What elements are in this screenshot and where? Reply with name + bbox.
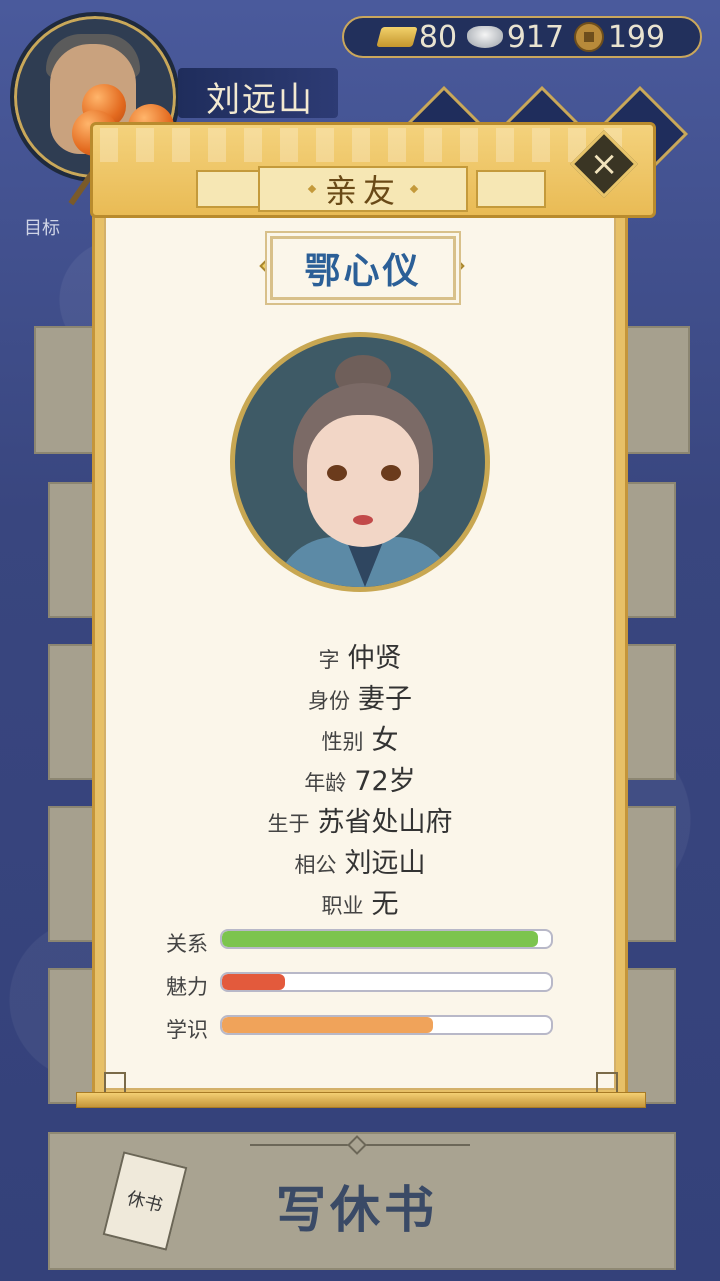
header-ornament: [196, 170, 266, 208]
write-divorce-letter-label[interactable]: 写休书: [276, 1170, 438, 1242]
info-value: 女: [371, 725, 399, 756]
info-value: 苏省处山府: [317, 807, 453, 838]
copper-coin-icon: [573, 22, 604, 52]
info-label: 字: [318, 648, 340, 672]
info-value: 妻子: [358, 684, 412, 715]
stat-label-knowledge: 学识: [166, 1018, 208, 1042]
character-name: 鄂心仪: [304, 251, 422, 292]
info-row-birthplace: 生于 苏省处山府: [104, 800, 616, 839]
knowledge-bar-fill: [222, 1017, 433, 1033]
goal-label[interactable]: 目标: [24, 214, 60, 240]
charm-bar-fill: [222, 974, 285, 990]
info-row-courtesy-name: 字 仲贤: [104, 636, 616, 675]
info-value: 72岁: [354, 766, 416, 797]
info-row-gender: 性别 女: [104, 718, 616, 757]
info-value: 刘远山: [344, 848, 426, 879]
silver-amount: 917: [506, 19, 565, 55]
stat-label-charm: 魅力: [166, 975, 208, 999]
portrait-face: [307, 415, 419, 547]
character-portrait: [230, 332, 490, 592]
info-value: 无: [371, 889, 399, 920]
charm-bar: [220, 972, 553, 992]
gold-currency: 80: [376, 19, 458, 55]
stat-label-relationship: 关系: [166, 932, 208, 956]
silver-ingot-icon: [466, 26, 503, 48]
modal-title: 亲友: [324, 172, 401, 210]
copper-currency: 199: [573, 19, 666, 55]
frame-corner: [104, 1072, 126, 1094]
gold-amount: 80: [418, 19, 458, 55]
portrait-eye: [327, 465, 347, 481]
frame-corner: [596, 1072, 618, 1094]
info-label: 性别: [321, 730, 364, 754]
info-label: 职业: [321, 894, 364, 918]
portrait-eye: [381, 465, 401, 481]
player-name: 刘远山: [206, 80, 314, 120]
info-row-occupation: 职业 无: [104, 882, 616, 921]
portrait-mouth: [353, 515, 373, 525]
info-row-age: 年龄 72岁: [104, 759, 616, 798]
modal-title-box: 亲友: [258, 166, 468, 212]
gold-ingot-icon: [376, 27, 418, 47]
copper-amount: 199: [607, 19, 666, 55]
info-label: 年龄: [304, 771, 347, 795]
close-icon: ×: [589, 144, 619, 184]
info-label: 身份: [308, 689, 350, 713]
modal-bottom-bar: [76, 1092, 646, 1108]
title-dot: [307, 184, 317, 194]
modal-header-pattern: [100, 128, 640, 162]
info-row-husband: 相公 刘远山: [104, 841, 616, 880]
header-ornament: [476, 170, 546, 208]
info-value: 仲贤: [347, 643, 402, 674]
silver-currency: 917: [466, 19, 565, 55]
relationship-bar: [220, 929, 553, 949]
info-row-identity: 身份 妻子: [104, 677, 616, 716]
relationship-bar-fill: [222, 931, 538, 947]
letter-icon-text: 休书: [124, 1187, 165, 1217]
currency-bar: 80 917 199: [342, 16, 702, 58]
character-name-box: 鄂心仪: [270, 236, 456, 300]
title-dot: [409, 184, 419, 194]
info-label: 生于: [267, 812, 310, 836]
knowledge-bar: [220, 1015, 553, 1035]
info-label: 相公: [294, 853, 337, 877]
